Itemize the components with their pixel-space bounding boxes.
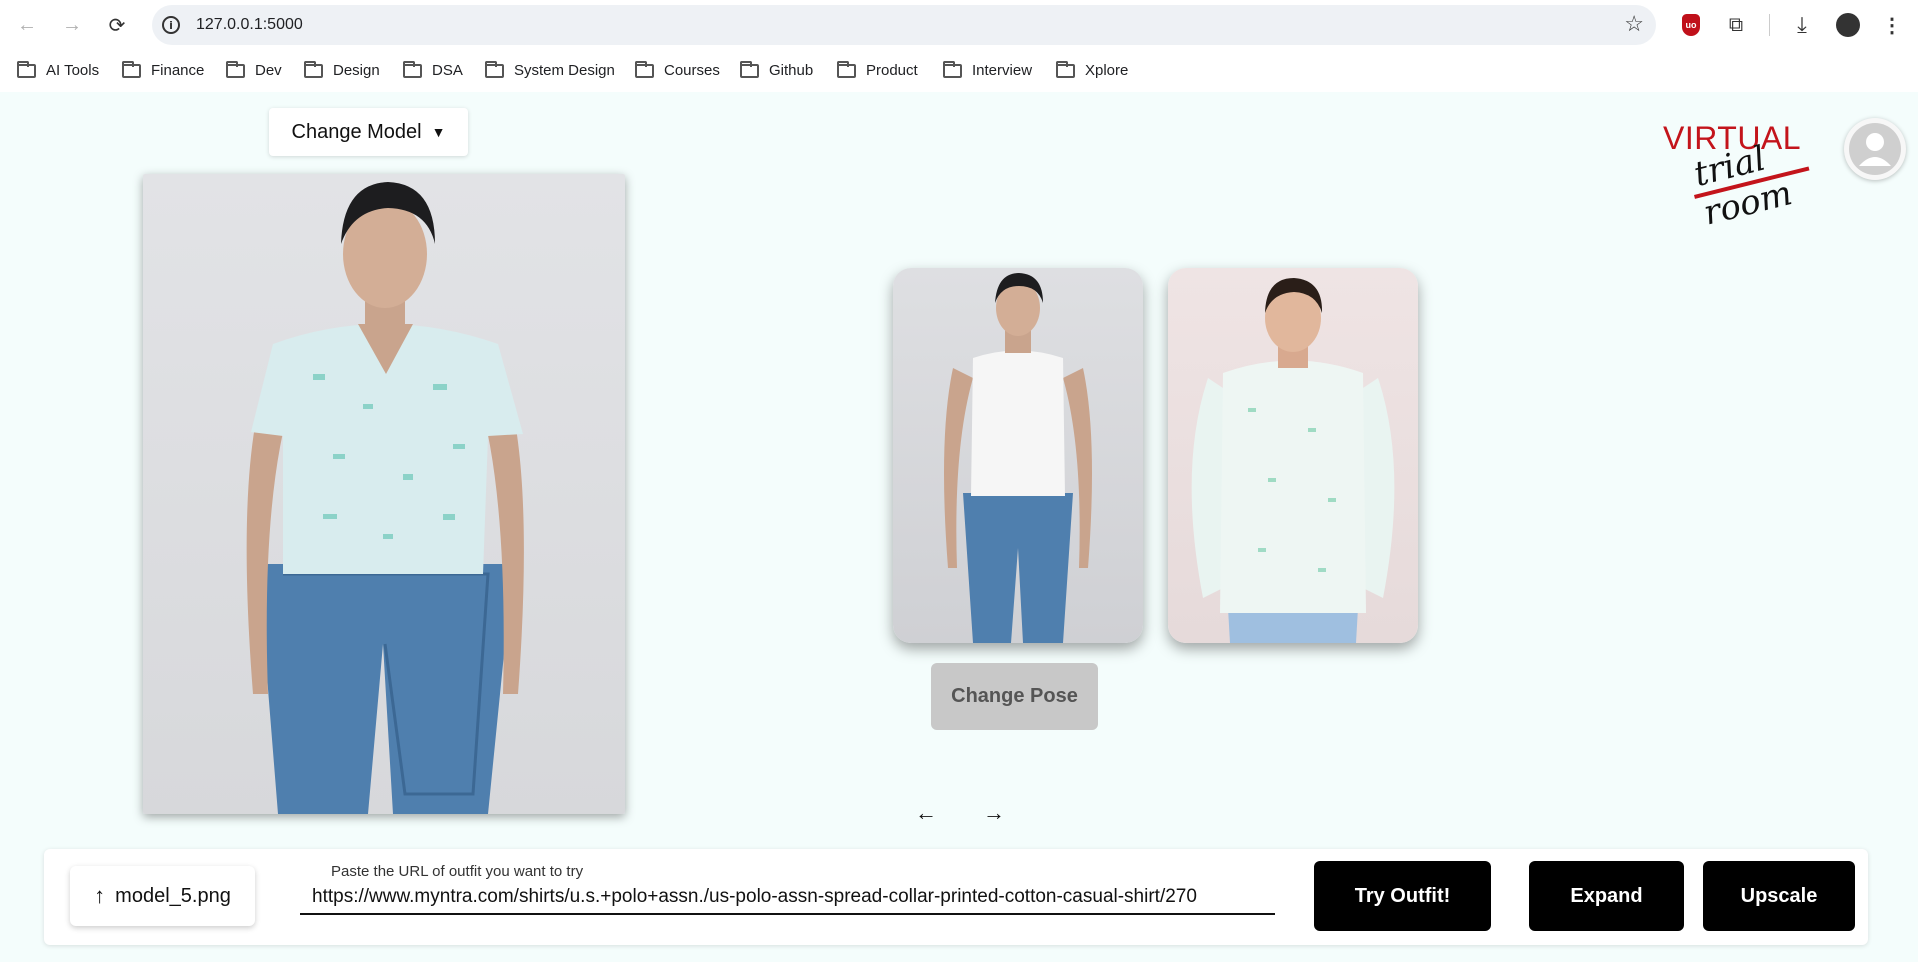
- folder-icon: [837, 60, 856, 78]
- outfit-reference-image[interactable]: [1168, 268, 1418, 643]
- expand-button[interactable]: Expand: [1529, 861, 1684, 931]
- change-model-label: Change Model: [291, 120, 422, 143]
- change-model-dropdown[interactable]: Change Model ▼: [269, 108, 468, 156]
- user-icon: [1849, 123, 1901, 175]
- folder-icon: [403, 60, 422, 78]
- previous-arrow-icon[interactable]: ←: [909, 796, 943, 830]
- bookmark-folder[interactable]: Dev: [226, 60, 282, 79]
- folder-icon: [122, 60, 141, 78]
- try-outfit-button[interactable]: Try Outfit!: [1314, 861, 1491, 931]
- upscale-button[interactable]: Upscale: [1703, 861, 1855, 931]
- browser-menu-icon[interactable]: ⋮: [1879, 12, 1905, 38]
- chevron-down-icon: ▼: [431, 124, 446, 140]
- bookmark-folder[interactable]: Product: [837, 60, 918, 79]
- folder-icon: [304, 60, 323, 78]
- next-arrow-icon[interactable]: →: [977, 796, 1011, 830]
- folder-icon: [1056, 60, 1075, 78]
- toolbar-divider: [1769, 14, 1770, 36]
- bookmark-folder[interactable]: Design: [304, 60, 380, 79]
- bookmark-folder[interactable]: System Design: [485, 60, 615, 79]
- bookmark-star-icon[interactable]: ☆: [1624, 11, 1644, 37]
- pose-option-image[interactable]: [893, 268, 1143, 643]
- outfit-url-label: Paste the URL of outfit you want to try: [331, 863, 584, 880]
- change-pose-button[interactable]: Change Pose: [931, 663, 1098, 730]
- reload-icon[interactable]: ⟳: [102, 10, 132, 40]
- folder-icon: [485, 60, 504, 78]
- browser-profile-icon[interactable]: [1835, 12, 1861, 38]
- generated-model-image: [143, 174, 625, 814]
- outfit-url-input[interactable]: [300, 881, 1275, 915]
- folder-icon: [740, 60, 759, 78]
- virtual-trial-room-logo: VIRTUAL trial room: [1660, 120, 1820, 234]
- folder-icon: [226, 60, 245, 78]
- forward-icon[interactable]: →: [57, 10, 87, 40]
- upload-arrow-icon: ↑: [94, 883, 106, 908]
- folder-icon: [943, 60, 962, 78]
- ublock-extension-icon[interactable]: uo: [1678, 12, 1704, 38]
- folder-icon: [17, 60, 36, 78]
- bookmark-folder[interactable]: Github: [740, 60, 813, 79]
- address-bar[interactable]: i 127.0.0.1:5000 ☆: [152, 5, 1656, 45]
- user-avatar[interactable]: [1844, 118, 1906, 180]
- address-url[interactable]: 127.0.0.1:5000: [196, 16, 303, 34]
- extensions-puzzle-icon[interactable]: ⧉: [1723, 12, 1749, 38]
- site-info-icon[interactable]: i: [162, 16, 180, 34]
- bookmark-folder[interactable]: AI Tools: [17, 60, 99, 79]
- back-icon[interactable]: ←: [12, 10, 42, 40]
- folder-icon: [635, 60, 654, 78]
- bookmark-folder[interactable]: DSA: [403, 60, 463, 79]
- download-icon[interactable]: ⤓: [1789, 12, 1815, 38]
- uploaded-file-name: model_5.png: [115, 884, 231, 907]
- bookmark-folder[interactable]: Interview: [943, 60, 1032, 79]
- bookmark-folder[interactable]: Xplore: [1056, 60, 1128, 79]
- bookmarks-bar: AI Tools Finance Dev Design DSA System D…: [0, 50, 1918, 92]
- bookmark-folder[interactable]: Finance: [122, 60, 204, 79]
- bookmark-folder[interactable]: Courses: [635, 60, 720, 79]
- upload-model-button[interactable]: ↑ model_5.png: [70, 866, 255, 926]
- browser-toolbar: ← → ⟳ i 127.0.0.1:5000 ☆ uo ⧉ ⤓ ⋮: [0, 0, 1918, 50]
